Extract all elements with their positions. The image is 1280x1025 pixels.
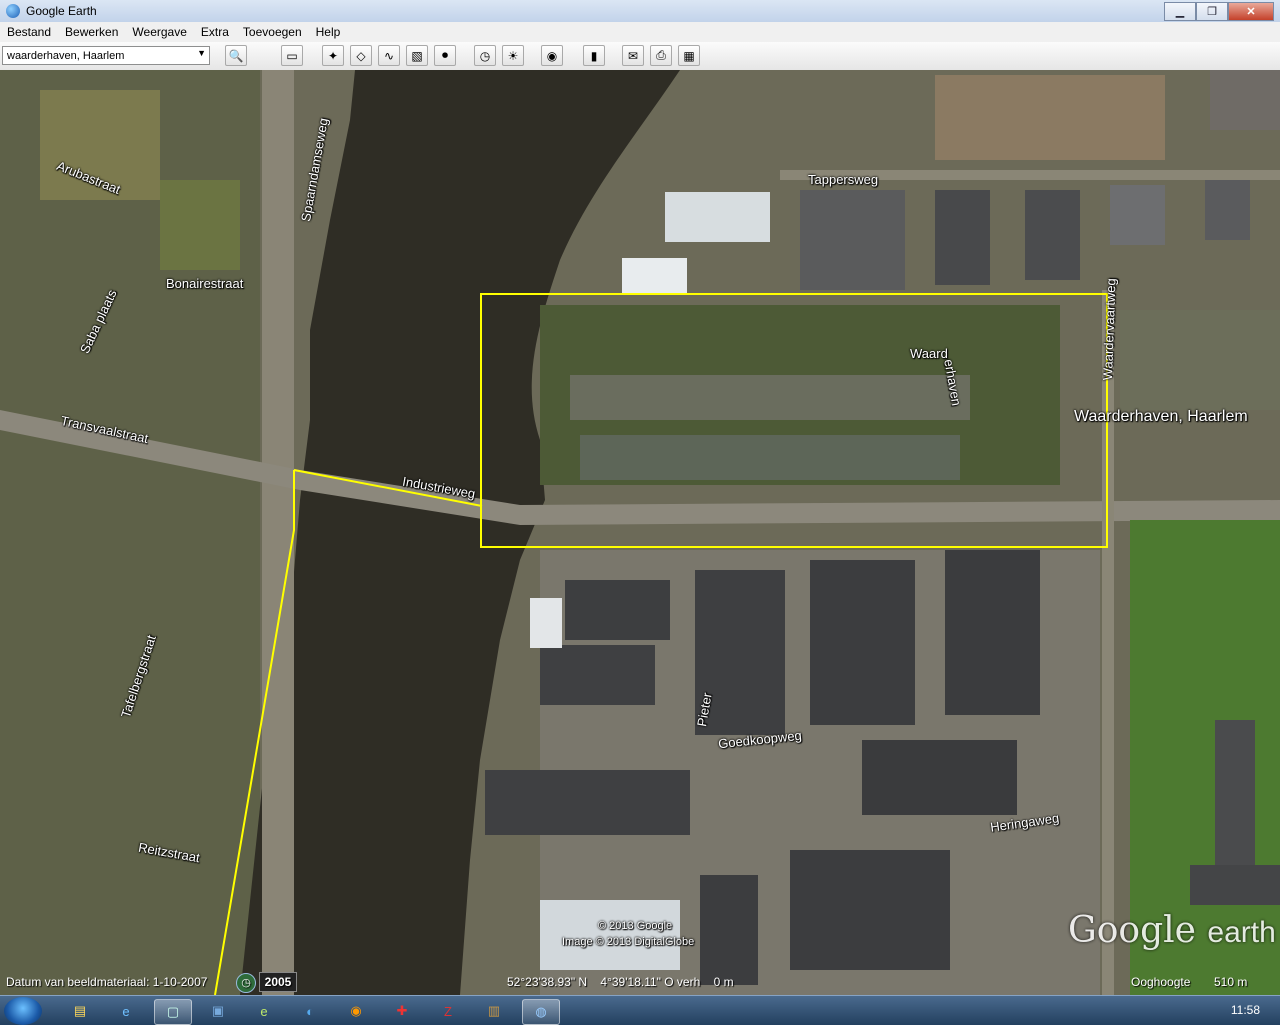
search-icon[interactable]: 🔍 <box>225 45 247 66</box>
path-icon[interactable]: ∿ <box>378 45 400 66</box>
image-overlay-icon[interactable]: ▧ <box>406 45 428 66</box>
record-tour-icon[interactable]: ⏺ <box>434 45 456 66</box>
minimize-button[interactable]: ▁ <box>1164 2 1196 21</box>
historical-imagery-icon[interactable]: ◷ <box>474 45 496 66</box>
menu-weergave[interactable]: Weergave <box>125 25 193 39</box>
ie-alt-icon[interactable]: ◐ <box>292 999 328 1023</box>
copyright-imagery: Image © 2013 DigitalGlobe <box>562 936 695 948</box>
status-bar: Datum van beeldmateriaal: 1-10-2007 ◷ 20… <box>0 970 1280 995</box>
menu-bestand[interactable]: Bestand <box>0 25 58 39</box>
edge-icon[interactable]: e <box>246 999 282 1023</box>
maps-icon[interactable]: ▦ <box>678 45 700 66</box>
app-folder-icon[interactable]: ▥ <box>476 999 512 1023</box>
eye-altitude-label: Ooghoogte <box>1131 975 1191 989</box>
filezilla-icon[interactable]: Z <box>430 999 466 1023</box>
title-bar: Google Earth ▁ ❐ ✕ <box>0 0 1280 23</box>
polygon-icon[interactable]: ◇ <box>350 45 372 66</box>
firefox-icon[interactable]: ◉ <box>338 999 374 1023</box>
street-label-bonairestraat: Bonairestraat <box>166 276 244 291</box>
google-earth-icon <box>6 4 20 18</box>
logo-earth: earth <box>1207 916 1276 949</box>
explorer-icon[interactable]: ▤ <box>62 999 98 1023</box>
taskbar: ▤ e ▢ ▣ e ◐ ◉ ✚ Z ▥ ◍ 11:58 <box>0 995 1280 1025</box>
logo-google: Google <box>1068 910 1196 951</box>
coordinates-readout: 52°23'38.93" N 4°39'18.11" O verh 0 m <box>507 975 734 989</box>
window-title: Google Earth <box>26 4 97 18</box>
map-view[interactable]: Spaarndamseweg Arubastraat Bonairestraat… <box>0 70 1280 995</box>
planets-icon[interactable]: ◉ <box>541 45 563 66</box>
google-earth-logo: Google earth <box>1068 910 1276 951</box>
close-button[interactable]: ✕ <box>1228 2 1274 21</box>
historical-imagery-clock-icon[interactable]: ◷ <box>236 973 256 993</box>
menu-bar: Bestand Bewerken Weergave Extra Toevoege… <box>0 22 1280 42</box>
save-icon[interactable]: ▣ <box>200 999 236 1023</box>
sidebar-icon[interactable]: ▭ <box>281 45 303 66</box>
toolbar: waarderhaven, Haarlem ▼ 🔍 ▭ ✦ ◇ ∿ ▧ ⏺ ◷ … <box>0 42 1280 71</box>
street-label-waard: Waard <box>910 346 948 361</box>
search-input[interactable]: waarderhaven, Haarlem ▼ <box>2 46 210 65</box>
imagery-date: Datum van beeldmateriaal: 1-10-2007 <box>6 975 208 989</box>
ruler-icon[interactable]: ▮ <box>583 45 605 66</box>
placemark-icon[interactable]: ✦ <box>322 45 344 66</box>
menu-extra[interactable]: Extra <box>194 25 236 39</box>
search-value: waarderhaven, Haarlem <box>7 50 125 62</box>
google-earth-taskbar-icon[interactable]: ◍ <box>522 999 560 1025</box>
start-button[interactable] <box>4 997 42 1025</box>
print-icon[interactable]: ⎙ <box>650 45 672 66</box>
place-label: Waarderhaven, Haarlem <box>1074 408 1248 425</box>
menu-toevoegen[interactable]: Toevoegen <box>236 25 309 39</box>
app-red-icon[interactable]: ✚ <box>384 999 420 1023</box>
street-label-tappersweg: Tappersweg <box>808 172 879 187</box>
email-icon[interactable]: ✉ <box>622 45 644 66</box>
maximize-button[interactable]: ❐ <box>1196 2 1228 21</box>
sunlight-icon[interactable]: ☀ <box>502 45 524 66</box>
copyright-google: © 2013 Google <box>598 920 673 932</box>
menu-bewerken[interactable]: Bewerken <box>58 25 125 39</box>
ie-icon[interactable]: e <box>108 999 144 1023</box>
notepad-icon[interactable]: ▢ <box>154 999 192 1025</box>
menu-help[interactable]: Help <box>309 25 348 39</box>
clock: 11:58 <box>1230 1003 1260 1017</box>
history-year-button[interactable]: 2005 <box>259 972 297 992</box>
chevron-down-icon[interactable]: ▼ <box>197 48 206 58</box>
eye-altitude-value: 510 m <box>1214 975 1248 989</box>
